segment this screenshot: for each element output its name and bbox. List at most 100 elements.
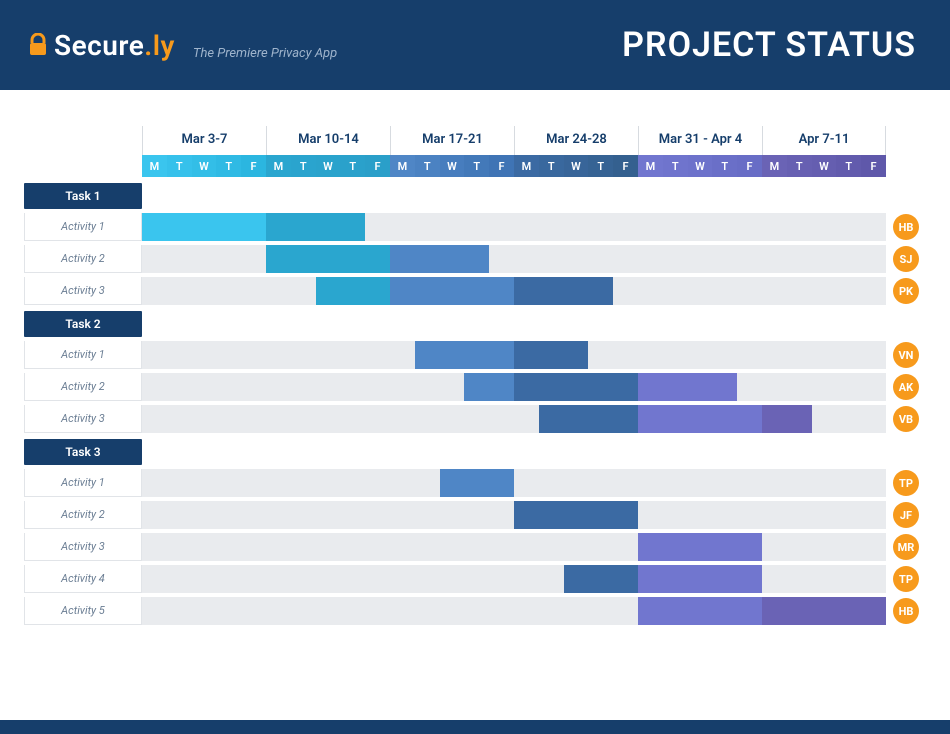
task-title: Task 1 [24, 183, 142, 209]
gantt-bar [142, 213, 266, 241]
day-label: T [663, 155, 688, 177]
day-label: M [762, 155, 787, 177]
assignee-cell: MR [886, 533, 926, 561]
assignee-cell: SJ [886, 245, 926, 273]
day-label: T [588, 155, 613, 177]
gantt-bar [390, 245, 489, 273]
gantt-bar [539, 405, 638, 433]
activity-label: Activity 2 [24, 245, 142, 273]
day-label: W [812, 155, 837, 177]
assignee-badge: JF [893, 502, 919, 528]
assignee-badge: PK [893, 278, 919, 304]
brand-name: Secure.ly [54, 29, 175, 62]
gantt-bar [316, 277, 390, 305]
assignee-badge: TP [893, 566, 919, 592]
gantt-bar [638, 565, 762, 593]
assignee-cell: JF [886, 501, 926, 529]
day-label: F [365, 155, 390, 177]
brand-name-b: .ly [144, 29, 175, 62]
activity-label: Activity 1 [24, 213, 142, 241]
activity-label: Activity 3 [24, 405, 142, 433]
day-label: W [688, 155, 713, 177]
gantt-bar [638, 533, 762, 561]
assignee-cell: TP [886, 469, 926, 497]
gantt-bar [266, 245, 390, 273]
page-title: PROJECT STATUS [622, 25, 916, 65]
assignee-cell: VN [886, 341, 926, 369]
activity-label: Activity 1 [24, 469, 142, 497]
day-label: M [514, 155, 539, 177]
assignee-cell: HB [886, 213, 926, 241]
lock-icon [28, 33, 48, 57]
day-label: T [539, 155, 564, 177]
day-label: M [266, 155, 291, 177]
gantt-bar [638, 373, 737, 401]
activity-label: Activity 5 [24, 597, 142, 625]
day-label: T [787, 155, 812, 177]
activity-track [142, 277, 886, 305]
brand-name-a: Secure [54, 29, 144, 62]
brand-logo: Secure.ly [28, 29, 175, 62]
assignee-cell: TP [886, 565, 926, 593]
assignee-badge: MR [893, 534, 919, 560]
week-label: Mar 3-7 [142, 126, 266, 155]
assignee-cell: VB [886, 405, 926, 433]
day-label: M [142, 155, 167, 177]
day-label: W [564, 155, 589, 177]
day-label: T [167, 155, 192, 177]
activity-track [142, 597, 886, 625]
gantt-bar [514, 341, 588, 369]
gantt-bar [762, 405, 812, 433]
day-label: W [192, 155, 217, 177]
day-label: W [440, 155, 465, 177]
activity-track [142, 245, 886, 273]
task-title: Task 2 [24, 311, 142, 337]
activity-label: Activity 1 [24, 341, 142, 369]
activity-label: Activity 2 [24, 501, 142, 529]
assignee-cell: AK [886, 373, 926, 401]
assignee-badge: HB [893, 598, 919, 624]
day-label: M [390, 155, 415, 177]
gantt-bar [440, 469, 514, 497]
day-label: T [464, 155, 489, 177]
assignee-badge: HB [893, 214, 919, 240]
day-label: T [291, 155, 316, 177]
week-label: Mar 24-28 [514, 126, 638, 155]
activity-track [142, 533, 886, 561]
day-label: F [861, 155, 886, 177]
day-label: T [415, 155, 440, 177]
assignee-badge: TP [893, 470, 919, 496]
day-label: M [638, 155, 663, 177]
gantt-bar [564, 565, 638, 593]
day-label: F [489, 155, 514, 177]
footer-bar [0, 720, 950, 734]
assignee-cell: HB [886, 597, 926, 625]
activity-track [142, 405, 886, 433]
day-label: T [712, 155, 737, 177]
brand-tagline: The Premiere Privacy App [193, 46, 337, 61]
week-label: Mar 31 - Apr 4 [638, 126, 762, 155]
week-label: Apr 7-11 [762, 126, 886, 155]
activity-label: Activity 4 [24, 565, 142, 593]
assignee-badge: SJ [893, 246, 919, 272]
gantt-bar [266, 213, 365, 241]
gantt-chart: Mar 3-7Mar 10-14Mar 17-21Mar 24-28Mar 31… [0, 90, 950, 625]
activity-label: Activity 3 [24, 277, 142, 305]
activity-track [142, 213, 886, 241]
day-label: T [340, 155, 365, 177]
gantt-bar [638, 405, 762, 433]
gantt-bar [464, 373, 514, 401]
day-label: F [613, 155, 638, 177]
brand: Secure.ly The Premiere Privacy App [28, 29, 337, 62]
gantt-bar [514, 373, 638, 401]
day-label: W [316, 155, 341, 177]
activity-track [142, 501, 886, 529]
day-label: F [241, 155, 266, 177]
assignee-badge: AK [893, 374, 919, 400]
assignee-cell: PK [886, 277, 926, 305]
activity-track [142, 373, 886, 401]
assignee-badge: VB [893, 406, 919, 432]
gantt-bar [514, 277, 613, 305]
week-label: Mar 17-21 [390, 126, 514, 155]
assignee-badge: VN [893, 342, 919, 368]
